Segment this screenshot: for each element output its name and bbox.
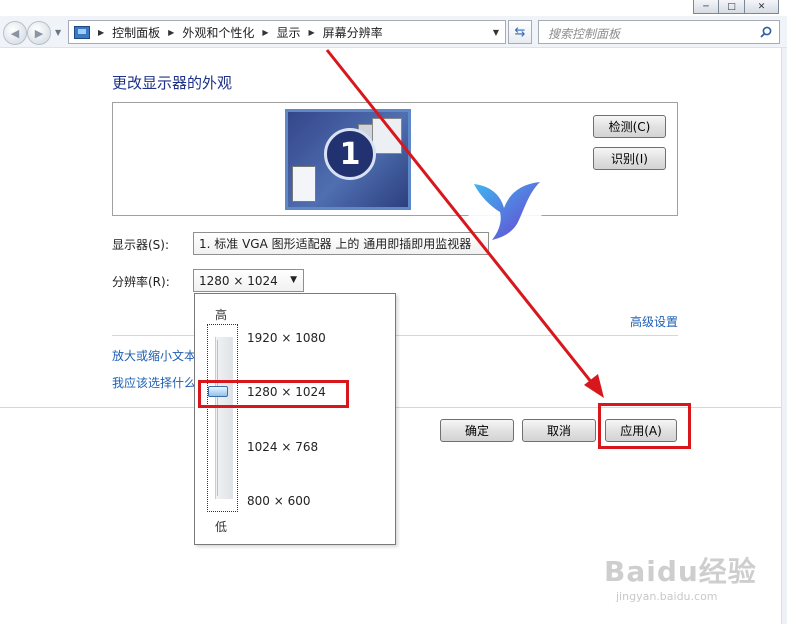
forward-button[interactable]: ▶ [27, 21, 51, 45]
resolution-option[interactable]: 1024 × 768 [247, 440, 318, 454]
control-panel-icon [74, 25, 90, 39]
baidu-watermark-url: jingyan.baidu.com [616, 590, 718, 603]
display-select[interactable]: 1. 标准 VGA 图形适配器 上的 通用即插即用监视器 [193, 232, 489, 255]
address-dropdown-icon[interactable]: ▼ [493, 28, 499, 37]
search-box[interactable]: 搜索控制面板 [538, 20, 780, 44]
which-settings-link[interactable]: 我应该选择什么 [112, 374, 196, 391]
highlight-selected-resolution [198, 380, 349, 408]
minimize-button[interactable]: ─ [693, 0, 719, 14]
breadcrumb-separator-icon[interactable]: ▶ [309, 28, 315, 37]
monitor-1-thumbnail[interactable]: 1 [285, 109, 411, 210]
chevron-down-icon: ▼ [290, 275, 297, 285]
search-placeholder: 搜索控制面板 [548, 27, 621, 41]
identify-button[interactable]: 识别(I) [593, 147, 666, 170]
address-bar[interactable]: ▶ 控制面板 ▶ 外观和个性化 ▶ 显示 ▶ 屏幕分辨率 ▼ [68, 20, 506, 44]
breadcrumb-control-panel[interactable]: 控制面板 [112, 24, 160, 41]
breadcrumb-screen-resolution[interactable]: 屏幕分辨率 [323, 24, 383, 41]
close-button[interactable]: ✕ [745, 0, 779, 14]
display-label: 显示器(S): [112, 238, 170, 252]
breadcrumb-separator-icon[interactable]: ▶ [262, 28, 268, 37]
refresh-button[interactable]: ⇆ [508, 20, 532, 44]
resolution-label: 分辨率(R): [112, 275, 170, 289]
breadcrumb-appearance[interactable]: 外观和个性化 [182, 24, 254, 41]
baidu-watermark-logo: Baidu经验 [604, 555, 757, 588]
ok-button[interactable]: 确定 [440, 419, 514, 442]
display-select-value: 1. 标准 VGA 图形适配器 上的 通用即插即用监视器 [199, 237, 472, 251]
window-thumbnail-icon [292, 166, 316, 202]
back-button[interactable]: ◀ [3, 21, 27, 45]
text-size-link[interactable]: 放大或缩小文本 [112, 347, 196, 364]
resolution-select[interactable]: 1280 × 1024 ▼ [193, 269, 304, 292]
slider-track-line [217, 340, 218, 496]
monitor-preview-panel: 1 检测(C) 识别(I) [112, 102, 678, 216]
search-icon[interactable] [760, 26, 772, 38]
breadcrumb-separator-icon[interactable]: ▶ [98, 28, 104, 37]
resolution-select-value: 1280 × 1024 [199, 273, 278, 288]
highlight-apply-button [598, 403, 691, 449]
resolution-dropdown-panel: 高 低 1920 × 1080 1280 × 1024 1024 × 768 8… [194, 293, 396, 545]
maximize-button[interactable]: □ [719, 0, 745, 14]
forward-arrow-icon: ▶ [34, 26, 44, 40]
back-arrow-icon: ◀ [10, 26, 20, 40]
detect-button[interactable]: 检测(C) [593, 115, 666, 138]
slider-high-label: 高 [215, 308, 228, 322]
refresh-icon: ⇆ [514, 24, 526, 40]
cancel-button[interactable]: 取消 [522, 419, 596, 442]
slider-low-label: 低 [215, 520, 228, 534]
navigation-bar: ◀ ▶ ▼ ▶ 控制面板 ▶ 外观和个性化 ▶ 显示 ▶ 屏幕分辨率 ▼ ⇆ 搜… [0, 16, 787, 48]
window-controls: ─ □ ✕ [693, 0, 779, 14]
resolution-option[interactable]: 1920 × 1080 [247, 331, 326, 345]
advanced-settings-link[interactable]: 高级设置 [630, 313, 678, 330]
breadcrumb-display[interactable]: 显示 [277, 24, 301, 41]
recent-pages-dropdown-icon[interactable]: ▼ [55, 28, 61, 37]
resolution-option[interactable]: 800 × 600 [247, 494, 311, 508]
window-thumbnail-icon [372, 118, 402, 154]
page-title: 更改显示器的外观 [112, 74, 233, 92]
monitor-number-badge: 1 [324, 128, 376, 180]
breadcrumb-separator-icon[interactable]: ▶ [168, 28, 174, 37]
window-right-edge [781, 48, 787, 624]
